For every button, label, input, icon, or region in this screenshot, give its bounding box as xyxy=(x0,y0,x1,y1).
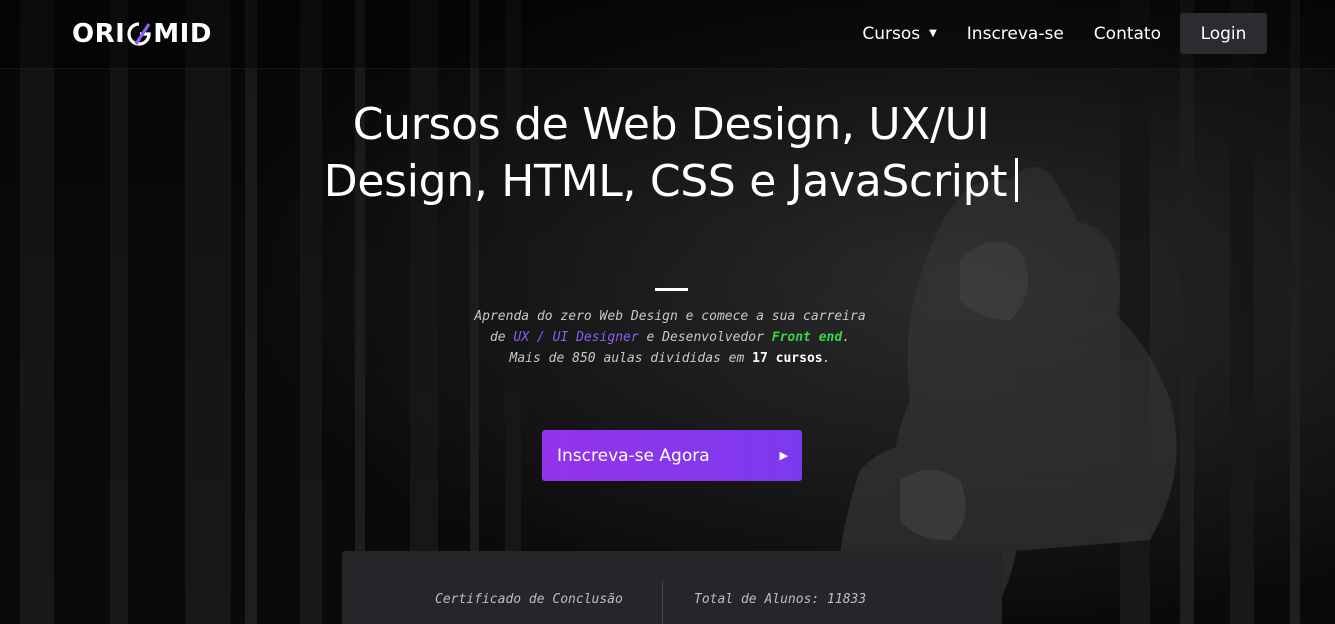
hero-divider xyxy=(655,288,688,291)
logo-text-right: MID xyxy=(153,19,212,49)
total-alunos-stat: Total de Alunos: 11833 xyxy=(694,592,867,607)
subtitle-text: de xyxy=(489,330,514,345)
subtitle-line-2: de UX / UI Designer e Desenvolvedor Fron… xyxy=(400,327,940,348)
subtitle-text: e Desenvolvedor xyxy=(638,330,772,345)
hero-subtitle: Aprenda do zero Web Design e comece a su… xyxy=(400,306,940,369)
stats-panel: Certificado de Conclusão Total de Alunos… xyxy=(342,551,1002,624)
caret-down-icon: ▼ xyxy=(929,28,937,39)
nav-contato-link[interactable]: Contato xyxy=(1094,24,1161,44)
nav-cursos-label: Cursos xyxy=(862,23,921,44)
origamid-logo[interactable]: ORI MID xyxy=(72,18,212,50)
cta-label: Inscreva-se Agora xyxy=(557,445,710,466)
subtitle-text: Mais de 850 aulas divididas em xyxy=(509,351,753,366)
origami-g-icon xyxy=(126,21,152,47)
logo-text-left: ORI xyxy=(72,19,126,49)
nav-cursos-dropdown[interactable]: Cursos ▼ xyxy=(862,24,936,44)
nav-inscreva-link[interactable]: Inscreva-se xyxy=(967,24,1064,44)
ux-ui-designer-highlight: UX / UI Designer xyxy=(513,330,639,345)
subtitle-line-1: Aprenda do zero Web Design e comece a su… xyxy=(474,309,866,324)
hero-title: Cursos de Web Design, UX/UI Design, HTML… xyxy=(317,96,1025,210)
front-end-highlight: Front end xyxy=(771,330,843,345)
typing-cursor xyxy=(1015,158,1019,202)
stats-divider xyxy=(662,581,663,624)
subtitle-text: . xyxy=(822,351,831,366)
main-nav: Cursos ▼ Inscreva-se Contato Login xyxy=(862,13,1267,54)
login-button[interactable]: Login xyxy=(1180,13,1267,54)
site-header: ORI MID Cursos ▼ Inscreva-se Contato Log… xyxy=(0,0,1335,69)
inscreva-se-agora-button[interactable]: Inscreva-se Agora ▶ xyxy=(542,430,802,481)
play-arrow-icon: ▶ xyxy=(779,449,788,462)
subtitle-text: . xyxy=(842,330,851,345)
certificado-stat: Certificado de Conclusão xyxy=(435,592,623,607)
subtitle-line-3: Mais de 850 aulas divididas em 17 cursos… xyxy=(400,348,940,369)
hero-title-text: Cursos de Web Design, UX/UI Design, HTML… xyxy=(323,99,1008,207)
course-count-highlight: 17 cursos xyxy=(752,351,823,366)
